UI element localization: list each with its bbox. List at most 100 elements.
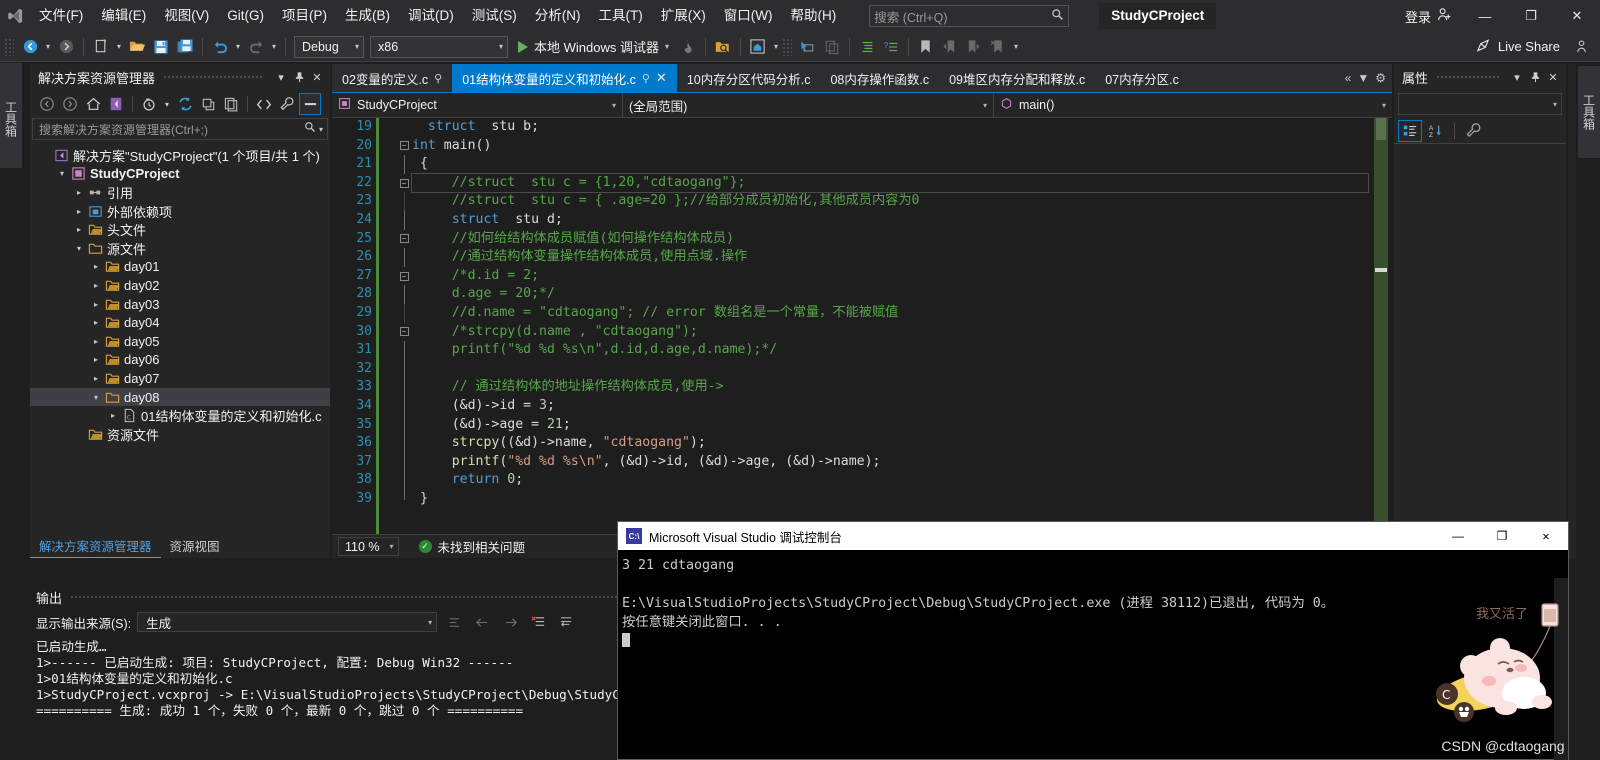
close-tab-icon[interactable]: ✕ — [656, 70, 667, 86]
comment-selection-icon[interactable]: ? — [879, 35, 903, 59]
open-file-icon[interactable] — [125, 35, 149, 59]
editor-tab[interactable]: 01结构体变量的定义和初始化.c ⚲ ✕ — [452, 64, 677, 92]
go-to-previous-icon[interactable] — [471, 612, 493, 632]
code-line[interactable]: d.age = 20;*/ — [412, 285, 1368, 304]
code-text[interactable]: struct stu b; int main() { //struct stu c… — [411, 118, 1369, 509]
layout-dropdown-icon[interactable]: ▾ — [770, 35, 782, 59]
properties-object-combo[interactable]: ▾ — [1398, 93, 1562, 115]
code-line[interactable]: //struct stu c = { .age=20 };//给部分成员初始化,… — [412, 192, 1368, 211]
close-button[interactable]: ✕ — [1554, 0, 1600, 32]
menu-item-extensions[interactable]: 扩展(X) — [652, 0, 715, 32]
new-project-dropdown-icon[interactable]: ▾ — [113, 35, 125, 59]
minimize-button[interactable]: — — [1462, 0, 1508, 32]
editor-tab[interactable]: 10内存分区代码分析.c — [676, 64, 821, 92]
tree-expand-icon[interactable]: ▸ — [72, 225, 86, 234]
refresh-icon[interactable] — [174, 93, 196, 115]
back-icon[interactable] — [36, 93, 58, 115]
property-pages-icon[interactable] — [1461, 120, 1485, 142]
menu-item-help[interactable]: 帮助(H) — [781, 0, 845, 32]
outlining-marker[interactable] — [396, 452, 412, 472]
outlining-marker[interactable]: − — [396, 137, 412, 156]
navigate-forward-icon[interactable] — [54, 35, 78, 59]
code-editor[interactable]: 19 20 21 22 23 24 25 26 27 28 29 30 31 32 33 34 35 36 37 38… — [332, 118, 1392, 558]
code-line[interactable]: struct stu d; — [412, 211, 1368, 230]
menu-item-debug[interactable]: 调试(D) — [399, 0, 463, 32]
outlining-marker[interactable]: − — [396, 267, 412, 286]
outlining-marker[interactable] — [396, 471, 412, 490]
tree-collapse-icon[interactable]: ▾ — [55, 169, 69, 178]
tree-expand-icon[interactable]: ▸ — [72, 188, 86, 197]
collapse-all-icon[interactable] — [197, 93, 219, 115]
code-line[interactable]: printf("%d %d %s\n",d.id,d.age,d.name);*… — [412, 341, 1368, 360]
clear-bookmarks-icon[interactable] — [986, 35, 1010, 59]
code-line[interactable]: return 0; — [412, 471, 1368, 490]
zoom-level-combo[interactable]: 110 % ▾ — [338, 537, 399, 556]
pin-icon[interactable]: ⚲ — [434, 72, 442, 85]
toolbar-grip[interactable] — [4, 37, 14, 56]
undo-icon[interactable] — [208, 35, 232, 59]
menu-item-project[interactable]: 项目(P) — [273, 0, 336, 32]
output-source-combo[interactable]: 生成 ▾ — [137, 612, 438, 632]
outlining-marker[interactable] — [396, 396, 412, 416]
menu-item-window[interactable]: 窗口(W) — [715, 0, 782, 32]
outlining-marker[interactable]: − — [396, 323, 412, 342]
chevron-down-icon[interactable]: ▾ — [161, 92, 173, 116]
menu-item-view[interactable]: 视图(V) — [155, 0, 218, 32]
tree-item[interactable]: 资源文件 — [30, 425, 330, 444]
menu-item-file[interactable]: 文件(F) — [30, 0, 92, 32]
tree-item[interactable]: ▸ 引用 — [30, 183, 330, 202]
pin-icon[interactable]: ⚲ — [642, 72, 650, 85]
show-all-files-icon[interactable] — [220, 93, 242, 115]
tree-expand-icon[interactable]: ▸ — [72, 207, 86, 216]
tab-settings-icon[interactable]: ⚙ — [1375, 71, 1386, 85]
tree-item[interactable]: ▾ day08 — [30, 387, 330, 407]
navbar-scope-combo[interactable]: (全局范围) ▾ — [623, 93, 993, 117]
find-message-icon[interactable] — [443, 612, 465, 632]
editor-tab[interactable]: 09堆区内存分配和释放.c — [939, 64, 1096, 92]
undo-dropdown-icon[interactable]: ▾ — [232, 35, 244, 59]
alphabetical-icon[interactable]: AZ — [1424, 120, 1448, 142]
pending-changes-icon[interactable] — [138, 93, 160, 115]
select-element-icon[interactable] — [796, 35, 820, 59]
outlining-marker[interactable] — [396, 489, 412, 509]
home-icon[interactable] — [82, 93, 104, 115]
outlining-marker[interactable] — [396, 378, 412, 397]
tree-expand-icon[interactable]: ▸ — [89, 262, 103, 271]
code-line[interactable]: (&d)->age = 21; — [412, 416, 1368, 435]
tree-item[interactable]: ▸ day01 — [30, 258, 330, 277]
outlining-marker[interactable] — [396, 285, 412, 304]
start-debugging-button[interactable]: 本地 Windows 调试器 ▾ — [511, 35, 676, 59]
editor-vertical-scrollbar[interactable] — [1374, 118, 1388, 558]
toolbox-vertical-tab-left[interactable]: 工具箱 — [0, 63, 22, 168]
tree-item[interactable]: ▸ 外部依赖项 — [30, 202, 330, 221]
outlining-margin[interactable]: − − − − − — [396, 118, 412, 508]
code-line[interactable]: //struct stu c = {1,20,"cdtaogang"}; — [411, 172, 1369, 194]
tree-item[interactable]: ▸ C 01结构体变量的定义和初始化.c — [30, 406, 330, 425]
solution-configuration-combo[interactable]: Debug ▾ — [294, 35, 364, 58]
code-line[interactable] — [412, 360, 1368, 379]
navigate-back-dropdown-icon[interactable]: ▾ — [42, 35, 54, 59]
pin-icon[interactable] — [1526, 67, 1544, 87]
toggle-bookmark-icon[interactable] — [914, 35, 938, 59]
tab-solution-explorer[interactable]: 解决方案资源管理器 — [30, 536, 161, 558]
pin-icon[interactable] — [290, 67, 308, 87]
format-document-icon[interactable] — [855, 35, 879, 59]
solution-explorer-search-input[interactable]: 搜索解决方案资源管理器(Ctrl+;) ▾ — [32, 118, 328, 140]
close-icon[interactable]: ✕ — [308, 67, 326, 87]
view-code-icon[interactable] — [253, 93, 275, 115]
outlining-marker[interactable] — [396, 303, 412, 323]
outlining-marker[interactable] — [396, 415, 412, 435]
tree-item[interactable]: ▸ day05 — [30, 332, 330, 351]
editor-overview-margin[interactable] — [1568, 64, 1576, 558]
code-line[interactable]: //如何给结构体成员赋值(如何操作结构体成员) — [412, 230, 1368, 249]
categorized-icon[interactable] — [1398, 119, 1422, 142]
console-close-button[interactable]: ✕ — [1524, 522, 1568, 550]
tree-expand-icon[interactable]: ▸ — [89, 281, 103, 290]
tree-item[interactable]: ▾ StudyCProject — [30, 165, 330, 184]
menu-item-edit[interactable]: 编辑(E) — [92, 0, 155, 32]
code-line[interactable]: } — [412, 490, 1368, 509]
next-bookmark-icon[interactable] — [962, 35, 986, 59]
outlining-marker[interactable] — [396, 434, 412, 453]
menu-item-tools[interactable]: 工具(T) — [590, 0, 652, 32]
tree-item[interactable]: ▸ day02 — [30, 276, 330, 295]
